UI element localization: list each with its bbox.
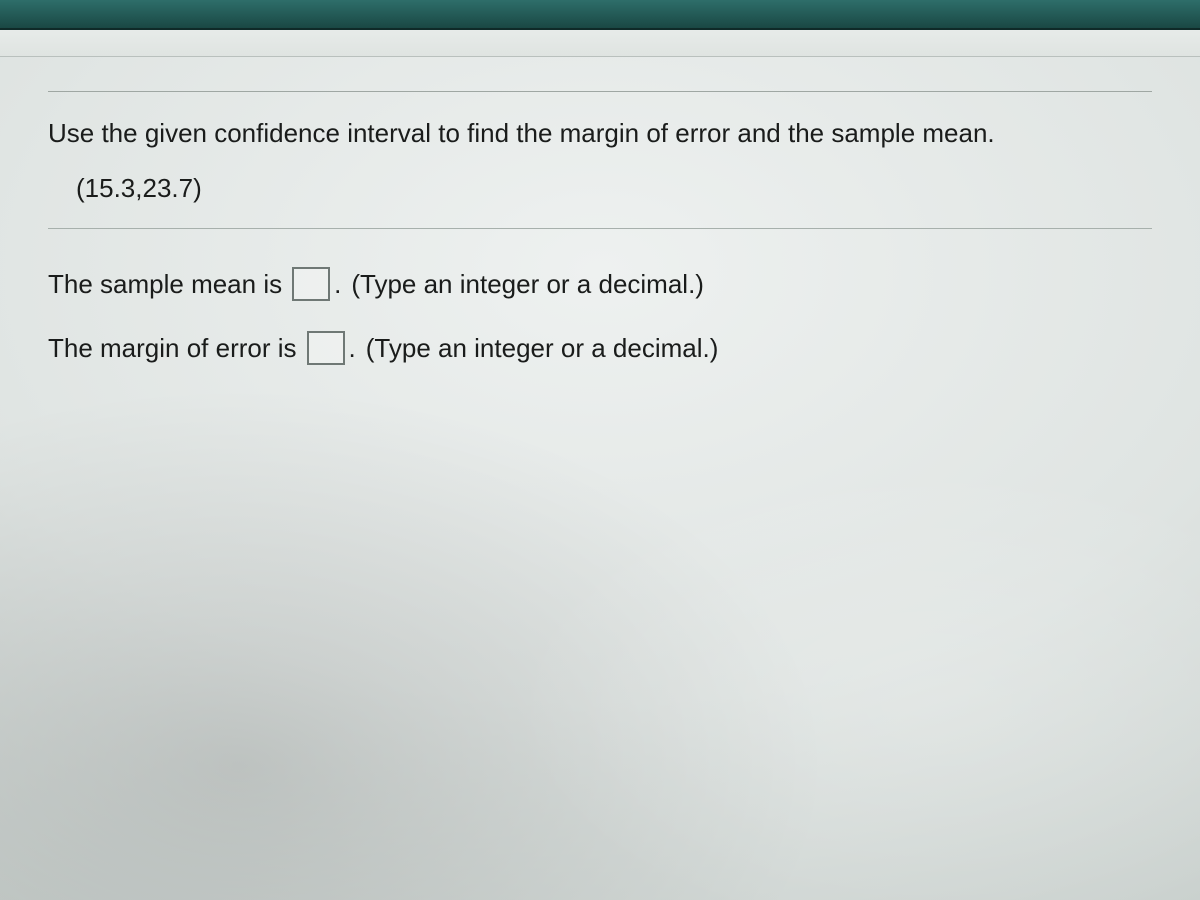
sample-mean-label: The sample mean is: [48, 269, 282, 300]
period-text-2: .: [349, 333, 356, 364]
question-prompt: Use the given confidence interval to fin…: [48, 92, 1152, 167]
sample-mean-input[interactable]: [292, 267, 330, 301]
margin-of-error-hint: (Type an integer or a decimal.): [366, 333, 719, 364]
period-text: .: [334, 269, 341, 300]
sample-mean-line: The sample mean is . (Type an integer or…: [48, 267, 1152, 301]
margin-of-error-input[interactable]: [307, 331, 345, 365]
confidence-interval: (15.3,23.7): [48, 167, 1152, 228]
toolbar-spacer: [0, 30, 1200, 57]
margin-of-error-line: The margin of error is . (Type an intege…: [48, 331, 1152, 365]
question-panel: Use the given confidence interval to fin…: [0, 57, 1200, 365]
window-topbar: [0, 0, 1200, 30]
margin-of-error-label: The margin of error is: [48, 333, 297, 364]
answers-section: The sample mean is . (Type an integer or…: [48, 228, 1152, 365]
sample-mean-hint: (Type an integer or a decimal.): [351, 269, 704, 300]
